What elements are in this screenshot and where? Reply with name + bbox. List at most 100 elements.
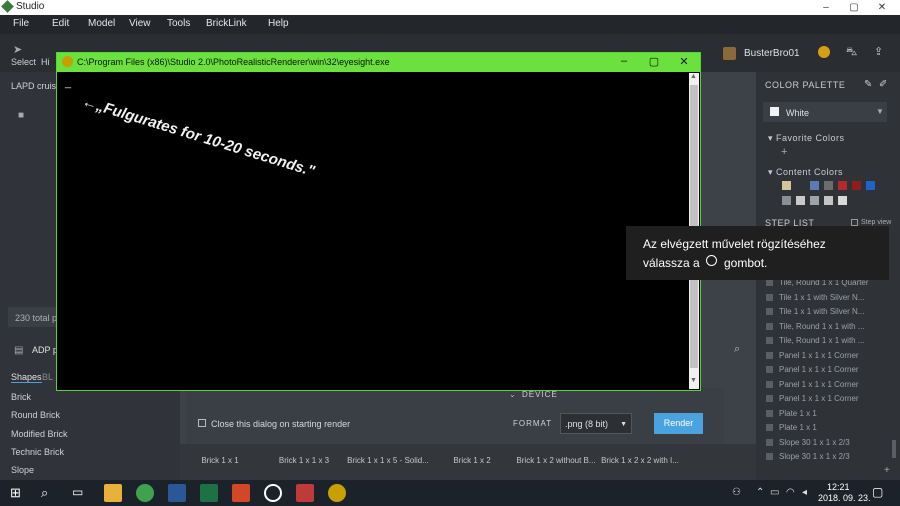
close-dialog-checkbox[interactable]: [198, 419, 206, 427]
console-close-button[interactable]: ✕: [669, 55, 699, 68]
step-item[interactable]: Tile, Round 1 x 1 with ...: [779, 322, 889, 331]
menu-model[interactable]: Model: [88, 18, 115, 29]
color-swatch[interactable]: [782, 196, 791, 205]
eyesight-taskbar-icon[interactable]: [328, 484, 346, 502]
menu-help[interactable]: Help: [268, 18, 289, 29]
taskbar-time[interactable]: 12:21: [827, 482, 850, 492]
menu-tools[interactable]: Tools: [167, 18, 190, 29]
format-select[interactable]: .png (8 bit) ▼: [560, 413, 632, 434]
tray-chevron-icon[interactable]: ⌃: [756, 487, 764, 498]
avatar[interactable]: [723, 47, 736, 60]
color-swatch[interactable]: [838, 181, 847, 190]
scroll-up-icon[interactable]: ▲: [690, 73, 697, 80]
color-swatch[interactable]: [866, 181, 875, 190]
add-favorite-icon[interactable]: +: [781, 146, 787, 158]
step-item[interactable]: Panel 1 x 1 x 1 Corner: [779, 380, 889, 389]
color-swatch[interactable]: [796, 181, 805, 190]
color-swatch[interactable]: [824, 196, 833, 205]
step-part-icon: [766, 453, 773, 460]
model-tab[interactable]: LAPD cruise: [11, 81, 61, 91]
step-item[interactable]: Tile 1 x 1 with Silver N...: [779, 307, 889, 316]
color-swatch[interactable]: [838, 196, 847, 205]
category-technic-brick[interactable]: Technic Brick: [11, 447, 64, 457]
step-item[interactable]: Panel 1 x 1 x 1 Corner: [779, 365, 889, 374]
console-window[interactable]: C:\Program Files (x86)\Studio 2.0\PhotoR…: [56, 52, 701, 391]
menu-edit[interactable]: Edit: [52, 18, 69, 29]
task-view-icon[interactable]: ▭: [72, 485, 83, 499]
menu-bricklink[interactable]: BrickLink: [206, 18, 247, 29]
color-swatch[interactable]: [810, 181, 819, 190]
step-item[interactable]: Panel 1 x 1 x 1 Corner: [779, 394, 889, 403]
step-item[interactable]: Slope 30 1 x 1 x 2/3: [779, 452, 889, 461]
part-brick-1x2x2[interactable]: Brick 1 x 2 x 2 with I...: [598, 456, 682, 465]
palette-name[interactable]: ADP p: [32, 345, 58, 355]
part-brick-1x2[interactable]: Brick 1 x 2: [430, 456, 514, 465]
step-item[interactable]: Tile, Round 1 x 1 with ...: [779, 336, 889, 345]
close-button[interactable]: ✕: [868, 0, 896, 15]
notification-toast[interactable]: Az elvégzett művelet rögzítéséhez válass…: [626, 226, 889, 280]
eyedropper-icon[interactable]: ✐: [879, 79, 887, 90]
upload-icon[interactable]: ⇪: [874, 45, 883, 58]
step-item[interactable]: Plate 1 x 1: [779, 423, 889, 432]
console-titlebar[interactable]: C:\Program Files (x86)\Studio 2.0\PhotoR…: [57, 53, 700, 72]
tab-bl[interactable]: BL: [42, 372, 53, 382]
console-maximize-button[interactable]: ▢: [639, 55, 669, 68]
scroll-down-icon[interactable]: ▼: [690, 377, 697, 384]
volume-icon[interactable]: ◂: [802, 487, 807, 498]
windows-start-icon[interactable]: ⊞: [10, 485, 21, 501]
camera-icon[interactable]: ■: [18, 110, 24, 121]
category-round-brick[interactable]: Round Brick: [11, 410, 60, 420]
color-swatch[interactable]: [824, 181, 833, 190]
excel-icon[interactable]: [200, 484, 218, 502]
hide-tool-label[interactable]: Hi: [41, 57, 50, 67]
app-icon[interactable]: [296, 484, 314, 502]
people-icon[interactable]: ⚇: [732, 487, 741, 498]
color-swatch[interactable]: [852, 181, 861, 190]
category-brick[interactable]: Brick: [11, 392, 31, 402]
menu-view[interactable]: View: [129, 18, 151, 29]
device-chevron-icon[interactable]: ⌄: [509, 390, 516, 399]
color-swatch[interactable]: [782, 181, 791, 190]
taskbar-date[interactable]: 2018. 09. 23.: [818, 493, 871, 503]
minimize-button[interactable]: –: [812, 0, 840, 15]
category-slope[interactable]: Slope: [11, 465, 34, 475]
palette-settings-icon[interactable]: ✎: [864, 79, 872, 90]
username[interactable]: BusterBro01: [744, 48, 800, 59]
step-view-checkbox[interactable]: [851, 219, 858, 226]
battery-icon[interactable]: ▭: [770, 487, 779, 498]
action-center-icon[interactable]: ▢: [872, 485, 883, 499]
step-item[interactable]: Plate 1 x 1: [779, 409, 889, 418]
console-minimize-button[interactable]: –: [609, 55, 639, 67]
part-brick-1x2-without-bottom[interactable]: Brick 1 x 2 without B...: [514, 456, 598, 465]
badge-icon[interactable]: [818, 46, 830, 58]
step-item[interactable]: Tile 1 x 1 with Silver N...: [779, 293, 889, 302]
studio-taskbar-icon[interactable]: [264, 484, 282, 502]
category-modified-brick[interactable]: Modified Brick: [11, 429, 68, 439]
color-swatch[interactable]: [810, 196, 819, 205]
select-tool-label[interactable]: Select: [11, 57, 36, 67]
device-section-label[interactable]: DEVICE: [522, 390, 558, 399]
chrome-icon[interactable]: [136, 484, 154, 502]
part-brick-1x1[interactable]: Brick 1 x 1: [178, 456, 262, 465]
step-item[interactable]: Panel 1 x 1 x 1 Corner: [779, 351, 889, 360]
color-swatch[interactable]: [796, 196, 805, 205]
content-colors-header[interactable]: ▾ Content Colors: [768, 167, 843, 178]
favorite-colors-header[interactable]: ▾ Favorite Colors: [768, 133, 845, 144]
taskbar-search-icon[interactable]: ⌕: [41, 485, 48, 501]
menu-file[interactable]: File: [13, 18, 29, 29]
color-select[interactable]: [763, 102, 887, 122]
powerpoint-icon[interactable]: [232, 484, 250, 502]
step-scrollbar[interactable]: [892, 440, 896, 458]
cart-icon[interactable]: ⛍: [846, 46, 857, 60]
word-icon[interactable]: [168, 484, 186, 502]
tab-shapes[interactable]: Shapes: [11, 372, 42, 383]
step-item[interactable]: Slope 30 1 x 1 x 2/3: [779, 438, 889, 447]
add-step-icon[interactable]: +: [884, 465, 890, 476]
part-brick-1x1x3[interactable]: Brick 1 x 1 x 3: [262, 456, 346, 465]
file-explorer-icon[interactable]: [104, 484, 122, 502]
network-icon[interactable]: ◠: [786, 487, 795, 498]
maximize-button[interactable]: ▢: [840, 0, 868, 15]
render-button[interactable]: Render: [654, 413, 703, 434]
search-icon[interactable]: ⌕: [734, 343, 740, 356]
part-brick-1x1x5[interactable]: Brick 1 x 1 x 5 - Solid...: [346, 456, 430, 465]
